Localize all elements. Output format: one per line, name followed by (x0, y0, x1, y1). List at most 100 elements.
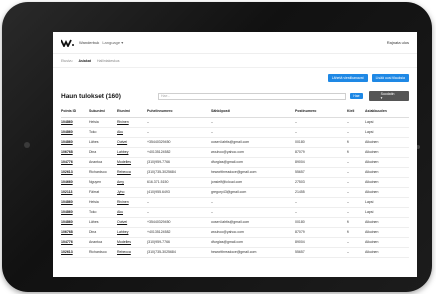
tablet-frame: Wanderbuk Language ▾ Rajnata ulos Etusiv… (2, 2, 432, 292)
first-name-link[interactable]: Jyho (117, 187, 147, 198)
table-cell: Fäirrat (89, 187, 117, 198)
first-name-link[interactable]: Aku (117, 207, 147, 218)
tab-home[interactable]: Etusivu (61, 59, 72, 63)
customer-id-link[interactable]: 106768 (61, 227, 89, 238)
first-name-link[interactable]: Lahbey (117, 147, 147, 158)
table-row[interactable]: 104776 Anantoa Modelles (310)959-7766 dfurgl… (61, 237, 409, 248)
customer-id-link[interactable]: 104860 (61, 207, 89, 218)
first-name-link[interactable]: Outvei (117, 217, 147, 228)
table-cell: 89004 (295, 237, 347, 248)
first-name-link[interactable]: Modelles (117, 237, 147, 248)
language-selector[interactable]: Language ▾ (102, 40, 123, 45)
table-row[interactable]: 104860 Helsia Rivinen – – – – Lapsi (61, 197, 409, 208)
table-cell: +40135124582 (147, 227, 211, 238)
first-name-link[interactable]: Rivinen (117, 117, 147, 128)
customer-id-link[interactable]: 104776 (61, 237, 89, 248)
table-cell: heworithreadoce@gmail.com (211, 247, 295, 258)
table-cell: 55657 (295, 247, 347, 258)
table-row[interactable]: 104860 Lähes Outvei +35440329450 ooseri.laht… (61, 217, 409, 228)
tab-bar: Etusivu Asiakat Hallintakeskus (53, 54, 417, 68)
table-cell: 27503 (295, 177, 347, 188)
table-cell: – (147, 197, 211, 208)
table-cell: Lapsi (365, 127, 409, 138)
table-cell: Aikuinen (365, 237, 409, 248)
table-cell: ooseri.lahtis@gmail.com (211, 137, 295, 148)
customer-id-link[interactable]: 102613 (61, 247, 89, 258)
customer-id-link[interactable]: 102613 (61, 167, 89, 178)
table-row[interactable]: 104776 Anantoa Modelles (310)959-7766 dfurgl… (61, 157, 409, 168)
tab-customers[interactable]: Asiakat (78, 59, 90, 63)
table-row[interactable]: 104860 Toko Aku – – – – Lapsi (61, 207, 409, 218)
table-cell: – (295, 197, 347, 208)
send-messages-button[interactable]: Lähetä viestikanavat (327, 74, 368, 82)
workspace-name[interactable]: Wanderbuk (79, 40, 99, 45)
add-new-button[interactable]: Lisää uusi tilauksia (371, 74, 409, 82)
home-button-icon (24, 142, 30, 148)
table-cell: Helsia (89, 197, 117, 208)
table-cell: jonsielf@icloud.com (211, 177, 295, 188)
table-row[interactable]: 102613 Richardsoo Rebecca (310)735-3025684 h… (61, 247, 409, 258)
customer-id-link[interactable]: 104860 (61, 117, 89, 128)
table-cell: Aikuinen (365, 217, 409, 228)
table-cell: dfurglas@gmail.com (211, 237, 295, 248)
customer-id-link[interactable]: 102113 (61, 187, 89, 198)
table-row[interactable]: 106768 Dina Lahbey +40135124582 wouhoo@yahoo… (61, 147, 409, 158)
user-menu[interactable]: Rajnata ulos (387, 40, 409, 45)
table-row[interactable]: 106768 Dina Lahbey +40135124582 wouhoo@yahoo… (61, 227, 409, 238)
table-cell: – (347, 117, 365, 128)
column-header[interactable]: Sukunimi (89, 106, 117, 118)
table-cell: – (211, 207, 295, 218)
table-cell: – (347, 237, 365, 248)
customer-id-link[interactable]: 104776 (61, 157, 89, 168)
first-name-link[interactable]: Rebecca (117, 167, 147, 178)
table-cell: – (347, 207, 365, 218)
search-input[interactable]: Hae... (158, 92, 347, 100)
column-header[interactable]: Sähköposti (211, 106, 295, 118)
customer-id-link[interactable]: 104860 (61, 127, 89, 138)
search-button[interactable]: Hae (350, 93, 363, 99)
first-name-link[interactable]: Outvei (117, 137, 147, 148)
table-cell: 616.371.5150 (147, 177, 211, 188)
table-cell: Toko (89, 127, 117, 138)
column-header[interactable]: Postinumero (295, 106, 347, 118)
table-cell: 21455 (295, 187, 347, 198)
customer-id-link[interactable]: 104860 (61, 217, 89, 228)
table-row[interactable]: 104860 Toko Aku – – – – Lapsi (61, 127, 409, 138)
table-row[interactable]: 102613 Richardsoo Rebecca (310)735-3025684 h… (61, 167, 409, 178)
brand-logo-icon[interactable] (61, 39, 74, 47)
column-header[interactable]: Etunimi (117, 106, 147, 118)
table-cell: Lapsi (365, 207, 409, 218)
customer-id-link[interactable]: 104860 (61, 197, 89, 208)
column-header[interactable]: Points ID (61, 106, 89, 118)
table-row[interactable]: 102113 Fäirrat Jyho (410)955.6493 gregory43@… (61, 187, 409, 198)
first-name-link[interactable]: Amy (117, 177, 147, 188)
table-cell: +35440329450 (147, 137, 211, 148)
table-cell: Richardsoo (89, 247, 117, 258)
filter-button[interactable]: Suodatin ▾ (368, 91, 409, 101)
first-name-link[interactable]: Rivinen (117, 197, 147, 208)
page-title: Haun tulokset (160) (61, 92, 121, 100)
table-cell: Dina (89, 227, 117, 238)
tab-admin[interactable]: Hallintakeskus (97, 59, 120, 63)
table-row[interactable]: 104860 Lähes Outvei +35440329450 ooseri.laht… (61, 137, 409, 148)
column-header[interactable]: Asiakkuuden (365, 106, 409, 118)
table-cell: Anantoa (89, 237, 117, 248)
first-name-link[interactable]: Modelles (117, 157, 147, 168)
table-row[interactable]: 104660 Nguyen Amy 616.371.5150 jonsielf@iclo… (61, 177, 409, 188)
table-cell: – (347, 247, 365, 258)
customer-id-link[interactable]: 106768 (61, 147, 89, 158)
customer-id-link[interactable]: 104860 (61, 137, 89, 148)
customer-id-link[interactable]: 104660 (61, 177, 89, 188)
first-name-link[interactable]: Lahbey (117, 227, 147, 238)
first-name-link[interactable]: Rebecca (117, 247, 147, 258)
table-cell: – (147, 207, 211, 218)
table-cell: 00180 (295, 137, 347, 148)
table-cell: Lähes (89, 217, 117, 228)
table-row[interactable]: 104860 Helsia Rivinen – – – – Lapsi (61, 117, 409, 128)
column-header[interactable]: Puhelinnumero (147, 106, 211, 118)
table-cell: – (347, 197, 365, 208)
first-name-link[interactable]: Aku (117, 127, 147, 138)
table-cell: fi (347, 227, 365, 238)
column-header[interactable]: Kieli (347, 106, 365, 118)
table-cell: Lapsi (365, 197, 409, 208)
